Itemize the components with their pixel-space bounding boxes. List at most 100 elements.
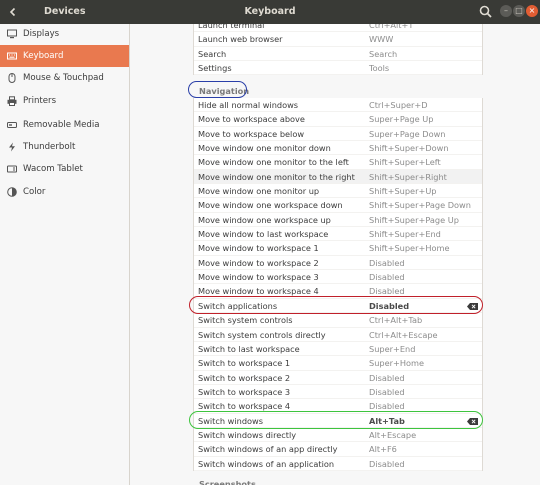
navigation-list: Hide all normal windows Ctrl+Super+D Move…	[193, 98, 483, 471]
shortcut-row[interactable]: Switch windows of an app directly Alt+F6	[194, 442, 482, 457]
shortcuts-panel: Launch terminal Ctrl+Alt+T Launch web bro…	[131, 24, 540, 485]
shortcut-row[interactable]: Move window one monitor to the right Shif…	[194, 169, 482, 185]
shortcut-accel: Search	[369, 48, 398, 59]
sidebar-item-keyboard[interactable]: Keyboard	[0, 45, 129, 67]
sidebar-item-label: Mouse & Touchpad	[23, 73, 104, 83]
minimize-icon: –	[504, 6, 508, 15]
sidebar-item-label: Keyboard	[23, 51, 64, 61]
shortcut-row[interactable]: Switch windows directly Alt+Escape	[194, 428, 482, 443]
shortcut-name: Switch system controls directly	[198, 329, 326, 340]
shortcut-row[interactable]: Switch windows Alt+Tab	[194, 414, 482, 428]
sidebar-item-label: Color	[23, 187, 46, 197]
shortcut-accel: Disabled	[369, 272, 405, 283]
close-button[interactable]: ×	[526, 5, 538, 17]
shortcut-row[interactable]: Switch system controls Ctrl+Alt+Tab	[194, 313, 482, 328]
shortcut-name: Move window one monitor down	[198, 143, 331, 154]
shortcut-row[interactable]: Move window to workspace 2 Disabled	[194, 256, 482, 271]
maximize-button[interactable]: □	[513, 5, 525, 17]
shortcut-accel: Disabled	[369, 372, 405, 383]
shortcut-name: Move window one monitor up	[198, 186, 320, 197]
shortcut-accel: Shift+Super+Up	[369, 186, 437, 197]
shortcut-row[interactable]: Move window to workspace 4 Disabled	[194, 284, 482, 299]
shortcut-accel: Alt+Tab	[369, 415, 405, 426]
maximize-icon: □	[515, 6, 523, 15]
search-button[interactable]	[478, 4, 494, 20]
backspace-icon[interactable]	[467, 302, 478, 310]
shortcut-row[interactable]: Move window to workspace 3 Disabled	[194, 270, 482, 285]
shortcut-name: Move window one monitor to the right	[198, 171, 355, 182]
shortcut-name: Launch web browser	[198, 34, 283, 45]
shortcut-name: Move window to workspace 4	[198, 286, 319, 297]
shortcut-name: Switch to workspace 1	[198, 358, 291, 369]
shortcut-name: Move window to workspace 3	[198, 272, 319, 283]
shortcut-row[interactable]: Move window one monitor to the left Shift…	[194, 155, 482, 170]
backspace-icon[interactable]	[467, 417, 478, 425]
shortcut-row[interactable]: Move window one monitor up Shift+Super+Up	[194, 184, 482, 199]
sidebar-item-printers[interactable]: Printers	[0, 90, 129, 112]
shortcut-name: Move window one monitor to the left	[198, 157, 349, 168]
removable-media-icon	[7, 122, 17, 128]
shortcut-row[interactable]: Move window one monitor down Shift+Super+…	[194, 141, 482, 156]
shortcut-row[interactable]: Search Search	[194, 47, 482, 62]
shortcut-row[interactable]: Move window to last workspace Shift+Super…	[194, 227, 482, 242]
shortcut-row[interactable]: Move to workspace above Super+Page Up	[194, 112, 482, 127]
shortcut-row[interactable]: Switch to workspace 2 Disabled	[194, 371, 482, 385]
shortcut-name: Switch windows of an application	[198, 458, 335, 469]
shortcut-accel: Ctrl+Alt+Tab	[369, 315, 423, 326]
shortcut-name: Launch terminal	[198, 24, 265, 30]
sidebar-item-wacom-tablet[interactable]: Wacom Tablet	[0, 158, 129, 180]
shortcut-row[interactable]: Move window to workspace 1 Shift+Super+Ho…	[194, 241, 482, 256]
shortcut-accel: Shift+Super+Right	[369, 171, 447, 182]
shortcut-accel: Ctrl+Super+D	[369, 100, 428, 110]
sidebar-item-label: Displays	[23, 29, 60, 39]
shortcut-name: Move to workspace below	[198, 128, 305, 139]
shortcut-name: Switch windows	[198, 415, 264, 426]
shortcut-row[interactable]: Switch to last workspace Super+End	[194, 342, 482, 357]
shortcut-accel: Super+Home	[369, 358, 425, 369]
sidebar: Displays Keyboard Mouse & Touchpad Print…	[0, 24, 130, 485]
sidebar-item-thunderbolt[interactable]: Thunderbolt	[0, 136, 129, 158]
mouse-icon	[8, 73, 16, 83]
shortcut-accel: Super+Page Up	[369, 114, 434, 125]
shortcut-name: Switch windows of an app directly	[198, 444, 338, 455]
minimize-button[interactable]: –	[500, 5, 512, 17]
shortcut-name: Hide all normal windows	[198, 100, 299, 110]
shortcut-row[interactable]: Move window one workspace down Shift+Supe…	[194, 198, 482, 213]
shortcut-row[interactable]: Switch to workspace 1 Super+Home	[194, 356, 482, 371]
shortcut-name: Search	[198, 48, 227, 59]
header-bar: Devices Keyboard – □ ×	[0, 0, 540, 24]
color-icon	[7, 187, 17, 197]
shortcut-row[interactable]: Move to workspace below Super+Page Down	[194, 127, 482, 142]
section-heading-navigation: Navigation	[199, 86, 250, 96]
shortcut-row[interactable]: Hide all normal windows Ctrl+Super+D	[194, 98, 482, 113]
shortcut-accel: Shift+Super+End	[369, 229, 441, 240]
shortcut-accel: WWW	[369, 34, 394, 45]
shortcut-row[interactable]: Launch web browser WWW	[194, 32, 482, 47]
launchers-list: Launch terminal Ctrl+Alt+T Launch web bro…	[193, 24, 483, 76]
shortcut-name: Switch to workspace 4	[198, 401, 291, 412]
shortcut-accel: Shift+Super+Home	[369, 243, 450, 254]
shortcut-accel: Disabled	[369, 300, 410, 311]
shortcut-name: Move to workspace above	[198, 114, 305, 125]
page-title: Keyboard	[244, 6, 296, 17]
shortcut-row[interactable]: Switch system controls directly Ctrl+Alt+…	[194, 328, 482, 342]
sidebar-item-removable-media[interactable]: Removable Media	[0, 114, 129, 136]
shortcut-row[interactable]: Switch to workspace 4 Disabled	[194, 399, 482, 414]
shortcut-row[interactable]: Settings Tools	[194, 61, 482, 76]
shortcut-row[interactable]: Switch to workspace 3 Disabled	[194, 385, 482, 400]
sidebar-item-label: Wacom Tablet	[23, 164, 83, 174]
shortcut-name: Switch applications	[198, 300, 278, 311]
sidebar-item-color[interactable]: Color	[0, 181, 129, 203]
shortcut-row[interactable]: Move window one workspace up Shift+Super+…	[194, 213, 482, 228]
shortcut-accel: Ctrl+Alt+Escape	[369, 329, 438, 340]
shortcut-accel: Disabled	[369, 257, 405, 268]
shortcut-name: Move window to last workspace	[198, 229, 329, 240]
search-icon	[479, 5, 492, 18]
shortcut-row[interactable]: Launch terminal Ctrl+Alt+T	[194, 24, 482, 33]
shortcut-accel: Super+Page Down	[369, 128, 446, 139]
sidebar-item-label: Removable Media	[23, 120, 100, 130]
shortcut-row[interactable]: Switch windows of an application Disabled	[194, 457, 482, 471]
sidebar-item-displays[interactable]: Displays	[0, 23, 129, 45]
shortcut-row[interactable]: Switch applications Disabled	[194, 299, 482, 314]
sidebar-item-mouse-touchpad[interactable]: Mouse & Touchpad	[0, 67, 129, 89]
